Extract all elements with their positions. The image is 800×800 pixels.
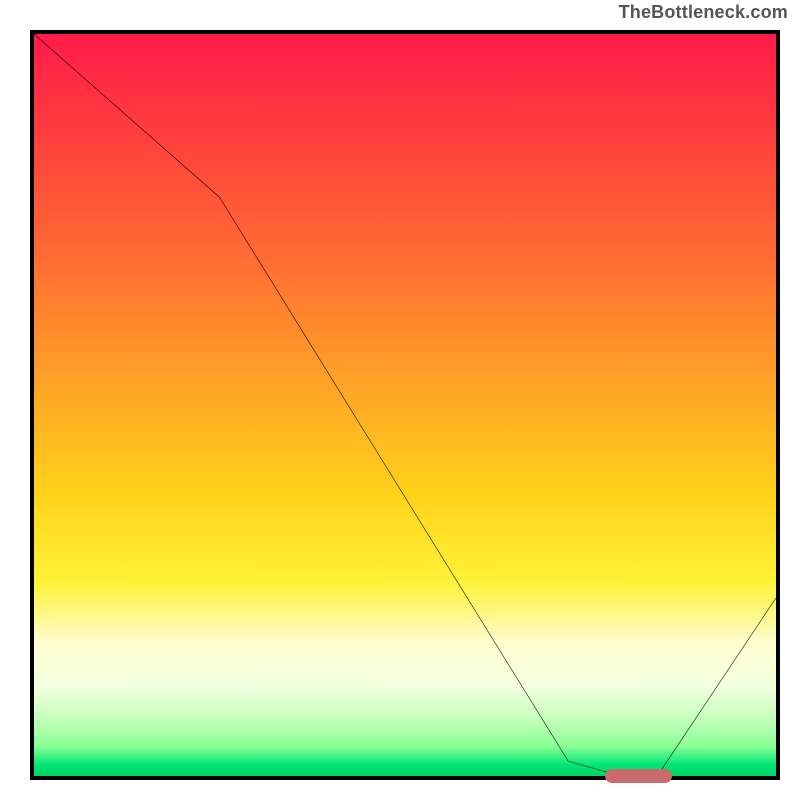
chart-plot-area (30, 30, 780, 780)
attribution-label: TheBottleneck.com (619, 2, 788, 23)
optimal-range-marker (605, 769, 672, 783)
heatmap-gradient (34, 34, 776, 776)
